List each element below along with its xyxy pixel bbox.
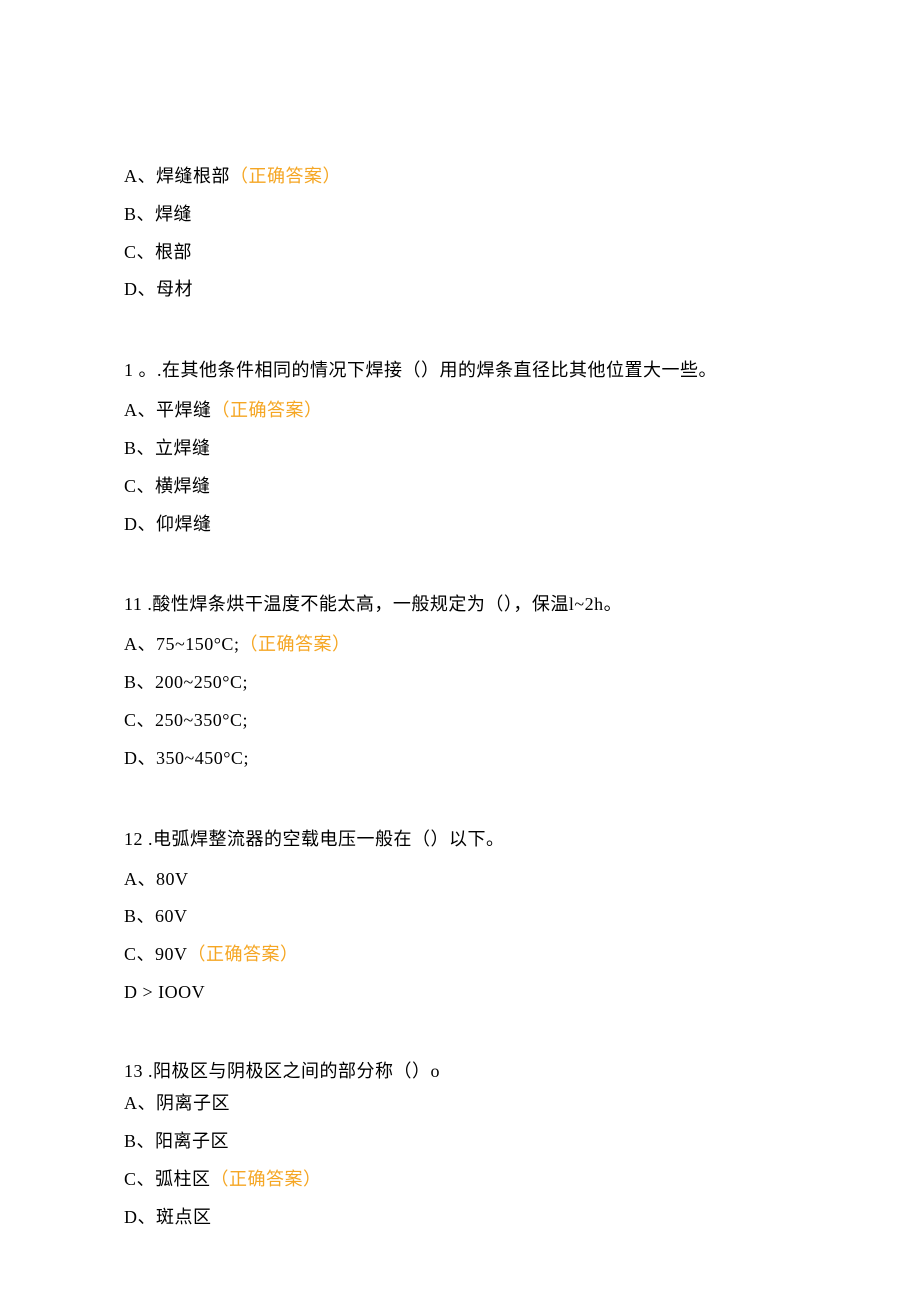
option-label: C、250~350°C; — [124, 710, 248, 730]
option-b: B、阳离子区 — [124, 1123, 920, 1161]
option-b: B、焊缝 — [124, 196, 920, 234]
question-block: 12 .电弧焊整流器的空载电压一般在（）以下。 A、80V B、60V C、90… — [124, 826, 920, 1012]
question-block: 13 .阳极区与阴极区之间的部分称（）o A、阴离子区 B、阳离子区 C、弧柱区… — [124, 1060, 920, 1237]
option-label: A、80V — [124, 869, 189, 889]
option-a: A、平焊缝（正确答案） — [124, 392, 920, 430]
option-label: B、200~250°C; — [124, 672, 248, 692]
option-c: C、90V（正确答案） — [124, 936, 920, 974]
correct-answer-marker: （正确答案） — [188, 944, 299, 964]
option-label: B、立焊缝 — [124, 438, 211, 458]
option-label: A、75~150°C; — [124, 634, 239, 654]
option-label: C、根部 — [124, 242, 192, 262]
option-a: A、80V — [124, 861, 920, 899]
option-label: B、焊缝 — [124, 204, 192, 224]
option-b: B、立焊缝 — [124, 430, 920, 468]
option-label: C、弧柱区 — [124, 1169, 211, 1189]
option-b: B、200~250°C; — [124, 664, 920, 702]
option-d: D、斑点区 — [124, 1199, 920, 1237]
option-label: D > IOOV — [124, 982, 205, 1002]
question-body: .电弧焊整流器的空载电压一般在（）以下。 — [143, 829, 505, 849]
option-label: A、平焊缝 — [124, 400, 212, 420]
question-text: 11 .酸性焊条烘干温度不能太高，一般规定为（），保温l~2h。 — [124, 591, 920, 618]
question-body: .阳极区与阴极区之间的部分称（）o — [143, 1061, 440, 1081]
correct-answer-marker: （正确答案） — [239, 634, 350, 654]
option-label: C、横焊缝 — [124, 476, 211, 496]
option-label: A、阴离子区 — [124, 1093, 230, 1113]
option-label: B、60V — [124, 906, 188, 926]
option-d: D、350~450°C; — [124, 740, 920, 778]
question-number: 12 — [124, 829, 143, 849]
question-text: 1 。.在其他条件相同的情况下焊接（）用的焊条直径比其他位置大一些。 — [124, 357, 920, 384]
question-number: 13 — [124, 1061, 143, 1081]
option-label: A、焊缝根部 — [124, 166, 230, 186]
option-c: C、根部 — [124, 234, 920, 272]
option-label: C、90V — [124, 944, 188, 964]
option-a: A、阴离子区 — [124, 1085, 920, 1123]
question-text: 13 .阳极区与阴极区之间的部分称（）o — [124, 1060, 920, 1083]
question-body: .酸性焊条烘干温度不能太高，一般规定为（），保温l~2h。 — [142, 594, 622, 614]
question-number: 11 — [124, 594, 142, 614]
option-label: D、母材 — [124, 279, 193, 299]
correct-answer-marker: （正确答案） — [211, 1169, 322, 1189]
question-number: 1 — [124, 360, 134, 380]
correct-answer-marker: （正确答案） — [212, 400, 323, 420]
option-c: C、横焊缝 — [124, 468, 920, 506]
option-label: B、阳离子区 — [124, 1131, 229, 1151]
question-block: A、焊缝根部（正确答案） B、焊缝 C、根部 D、母材 — [124, 158, 920, 309]
option-d: D > IOOV — [124, 974, 920, 1012]
question-text: 12 .电弧焊整流器的空载电压一般在（）以下。 — [124, 826, 920, 853]
option-d: D、母材 — [124, 271, 920, 309]
option-label: D、350~450°C; — [124, 748, 249, 768]
option-a: A、焊缝根部（正确答案） — [124, 158, 920, 196]
option-c: C、250~350°C; — [124, 702, 920, 740]
question-block: 1 。.在其他条件相同的情况下焊接（）用的焊条直径比其他位置大一些。 A、平焊缝… — [124, 357, 920, 543]
option-c: C、弧柱区（正确答案） — [124, 1161, 920, 1199]
option-label: D、仰焊缝 — [124, 514, 212, 534]
question-block: 11 .酸性焊条烘干温度不能太高，一般规定为（），保温l~2h。 A、75~15… — [124, 591, 920, 777]
option-a: A、75~150°C;（正确答案） — [124, 626, 920, 664]
correct-answer-marker: （正确答案） — [230, 166, 341, 186]
question-body: 。.在其他条件相同的情况下焊接（）用的焊条直径比其他位置大一些。 — [134, 360, 718, 380]
option-d: D、仰焊缝 — [124, 506, 920, 544]
option-label: D、斑点区 — [124, 1207, 212, 1227]
option-b: B、60V — [124, 898, 920, 936]
